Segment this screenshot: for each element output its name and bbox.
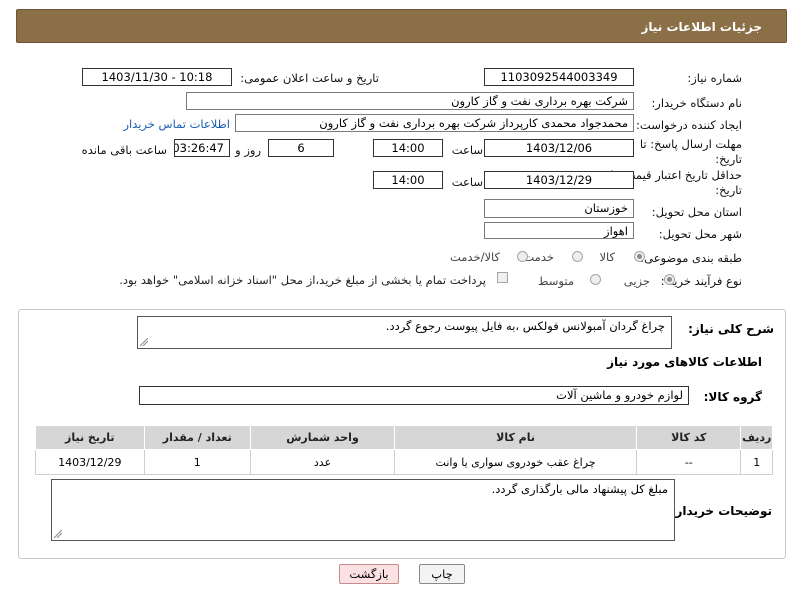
cell-qty: 1 [143,449,252,475]
col-date-header: تاریخ نیاز [35,425,145,450]
province-label: استان محل تحویل: [651,205,742,219]
process-minor-radio[interactable] [664,274,675,285]
back-button[interactable]: بازگشت [339,564,399,584]
time-remaining-label: ساعت باقی مانده [81,143,167,157]
days-label: روز و [235,143,261,157]
category-goods-service-label: کالا/خدمت [449,250,500,264]
page: جزئیات اطلاعات نیاز شماره نیاز: 11030925… [0,0,789,598]
cell-row: 1 [740,449,773,475]
cell-code: -- [636,449,742,475]
page-title: جزئیات اطلاعات نیاز [641,20,762,34]
category-goods-label: کالا [599,250,615,264]
goods-table: ردیف کد کالا نام کالا واحد شمارش تعداد /… [35,425,773,475]
reply-time-label: ساعت [451,143,483,157]
resize-grip-icon[interactable] [54,530,62,538]
process-minor-label: جزیی [623,274,650,288]
col-qty-header: تعداد / مقدار [143,425,252,450]
goods-group-field: لوازم خودرو و ماشین آلات [139,386,689,405]
buyer-org-label: نام دستگاه خریدار: [651,96,742,110]
summary-label: شرح کلی نیاز: [688,322,774,336]
reply-deadline-label: مهلت ارسال پاسخ: تا [639,137,742,151]
category-label: طبقه بندی موضوعی: [640,251,742,265]
cell-name: چراغ عقب خودروی سواری یا وانت [394,449,638,475]
col-row-header: ردیف [740,425,773,450]
buyer-org-field: شرکت بهره برداری نفت و گاز کارون [186,92,634,110]
buyer-notes-textarea[interactable]: مبلغ کل پیشنهاد مالی بارگذاری گردد. [51,479,675,541]
price-validity-label-2: تاریخ: [715,183,742,197]
col-name-header: نام کالا [394,425,638,450]
table-row: 1 -- چراغ عقب خودروی سواری یا وانت عدد 1… [35,449,773,475]
announce-field: 1403/11/30 - 10:18 [82,68,232,86]
price-validity-time-label: ساعت [451,175,483,189]
summary-textarea[interactable]: چراغ گردان آمبولانس فولکس ،به فایل پیوست… [137,316,672,349]
process-medium-label: متوسط [537,274,574,288]
requester-field: محمدجواد محمدی کارپرداز شرکت بهره برداری… [235,114,634,132]
treasury-payment-note: پرداخت تمام یا بخشی از مبلغ خرید،از محل … [119,273,486,287]
process-medium-radio[interactable] [590,274,601,285]
buyer-contact-link[interactable]: اطلاعات تماس خریدار [123,117,230,131]
reply-deadline-label-2: تاریخ: [715,152,742,166]
city-field: اهواز [484,222,634,239]
need-number-label: شماره نیاز: [687,71,742,85]
category-goods-radio[interactable] [634,251,645,262]
requester-label: ایجاد کننده درخواست: [636,118,742,132]
category-goods-service-radio[interactable] [517,251,528,262]
price-validity-date-field: 1403/12/29 [484,171,634,189]
time-remaining-field: 03:26:47 [174,139,230,157]
reply-date-field: 1403/12/06 [484,139,634,157]
col-code-header: کد کالا [636,425,742,450]
goods-group-label: گروه کالا: [703,390,762,404]
price-validity-time-field: 14:00 [373,171,443,189]
need-number-field: 1103092544003349 [484,68,634,86]
cell-unit: عدد [250,449,396,475]
buyer-notes-label: توضیحات خریدار: [670,504,772,518]
print-button[interactable]: چاپ [419,564,465,584]
buyer-notes-text: مبلغ کل پیشنهاد مالی بارگذاری گردد. [491,482,668,496]
header-bar: جزئیات اطلاعات نیاز [16,9,787,43]
goods-info-title: اطلاعات کالاهای مورد نیاز [607,355,762,369]
category-service-radio[interactable] [572,251,583,262]
province-field: خوزستان [484,199,634,218]
announce-label: تاریخ و ساعت اعلان عمومی: [240,71,379,85]
days-remaining-field: 6 [268,139,334,157]
col-unit-header: واحد شمارش [250,425,396,450]
city-label: شهر محل تحویل: [658,227,742,241]
table-header-row: ردیف کد کالا نام کالا واحد شمارش تعداد /… [35,425,773,450]
reply-time-field: 14:00 [373,139,443,157]
cell-date: 1403/12/29 [35,449,145,475]
treasury-payment-checkbox[interactable] [497,272,508,283]
summary-text: چراغ گردان آمبولانس فولکس ،به فایل پیوست… [385,319,665,333]
resize-grip-icon[interactable] [140,338,148,346]
